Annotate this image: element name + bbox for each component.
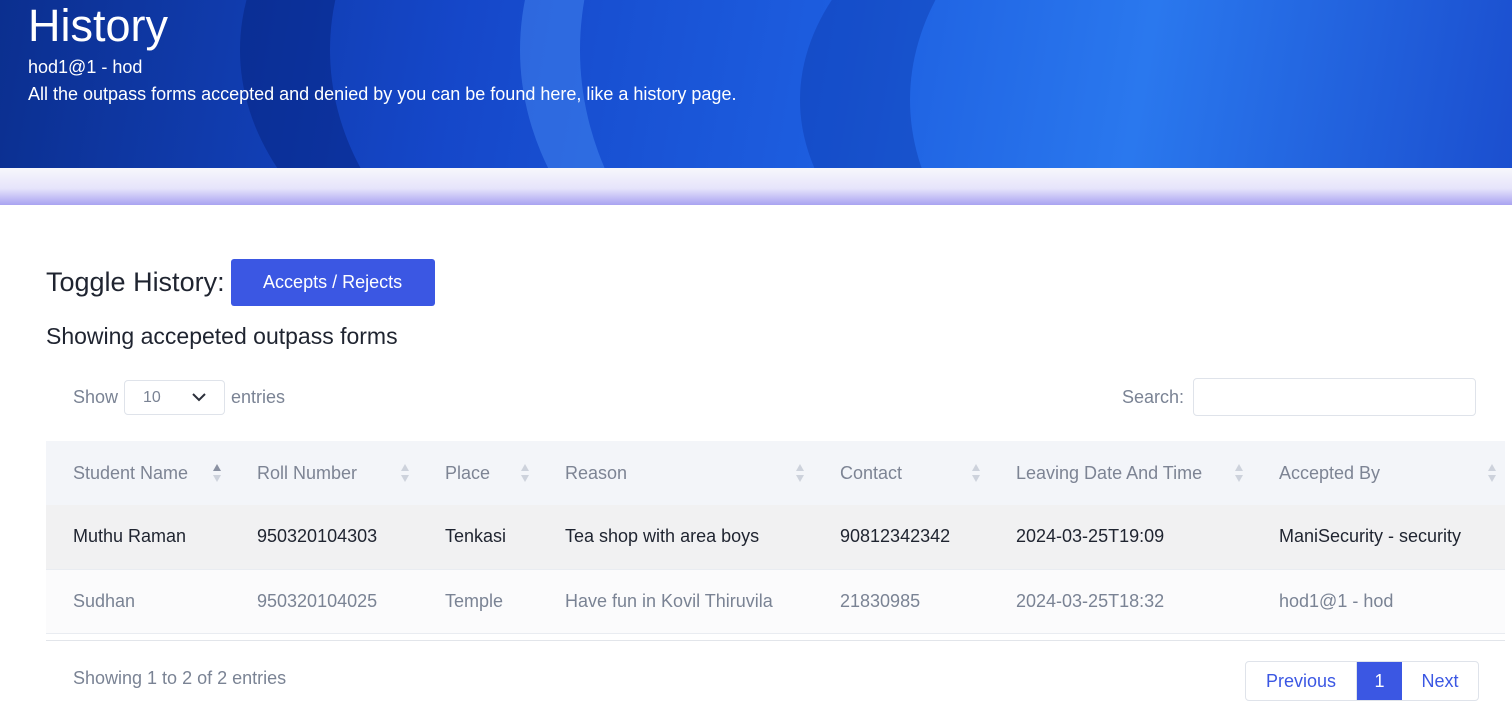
previous-page-button[interactable]: Previous: [1246, 662, 1357, 700]
column-header-accepted-by[interactable]: Accepted By: [1252, 441, 1505, 505]
section-title: Showing accepeted outpass forms: [46, 323, 398, 349]
table-footer-divider: [46, 640, 1505, 641]
cell-accepted-by: hod1@1 - hod: [1279, 590, 1394, 611]
cell-student-name: Muthu Raman: [73, 526, 187, 547]
chevron-down-icon: [192, 393, 206, 402]
banner-shadow: [0, 168, 1512, 205]
accepts-rejects-toggle-button[interactable]: Accepts / Rejects: [230, 259, 435, 306]
cell-reason: Have fun in Kovil Thiruvila: [565, 590, 773, 611]
sort-icon: [520, 462, 530, 484]
cell-accepted-by: ManiSecurity - security: [1279, 526, 1462, 547]
sort-icon: [1487, 462, 1497, 484]
column-header-leaving-date[interactable]: Leaving Date And Time: [989, 441, 1252, 505]
cell-place: Temple: [445, 590, 504, 611]
sort-icon: [1234, 462, 1244, 484]
column-header-roll-number[interactable]: Roll Number: [230, 441, 418, 505]
toggle-history-label: Toggle History:: [46, 267, 225, 297]
column-header-contact[interactable]: Contact: [813, 441, 989, 505]
cell-reason: Tea shop with area boys: [565, 526, 760, 547]
table-info: Showing 1 to 2 of 2 entries: [73, 668, 287, 688]
page-description: All the outpass forms accepted and denie…: [28, 84, 737, 104]
sort-icon: [400, 462, 410, 484]
page-1-button[interactable]: 1: [1357, 662, 1402, 700]
entries-length-control: Show 10 entries: [73, 380, 285, 415]
history-table: Student Name Roll Number Place Reason Co…: [46, 441, 1505, 634]
table-header-row: Student Name Roll Number Place Reason Co…: [46, 441, 1505, 505]
cell-contact: 90812342342: [840, 526, 951, 547]
page-title: History: [28, 0, 169, 51]
page-banner: History hod1@1 - hod All the outpass for…: [0, 0, 1512, 168]
entries-select[interactable]: 10: [124, 380, 226, 415]
column-header-student-name[interactable]: Student Name: [46, 441, 230, 505]
search-label: Search:: [1122, 386, 1185, 407]
cell-student-name: Sudhan: [73, 590, 136, 611]
pagination: Previous 1 Next: [1245, 661, 1479, 701]
cell-contact: 21830985: [840, 590, 921, 611]
entries-label: entries: [231, 387, 286, 407]
cell-leaving-date: 2024-03-25T18:32: [1016, 590, 1165, 611]
column-header-reason[interactable]: Reason: [538, 441, 813, 505]
sort-icon: [212, 462, 222, 484]
toggle-history-row: Toggle History: Accepts / Rejects: [46, 259, 435, 306]
current-user: hod1@1 - hod: [28, 57, 143, 77]
sort-icon: [795, 462, 805, 484]
next-page-button[interactable]: Next: [1402, 662, 1478, 700]
column-header-place[interactable]: Place: [418, 441, 538, 505]
cell-roll-number: 950320104025: [257, 590, 378, 611]
search-input[interactable]: [1193, 378, 1477, 416]
table-search: Search:: [1122, 378, 1477, 416]
table-row[interactable]: Muthu Raman 950320104303 Tenkasi Tea sho…: [46, 505, 1505, 569]
show-label: Show: [73, 387, 119, 407]
cell-leaving-date: 2024-03-25T19:09: [1016, 526, 1165, 547]
sort-icon: [971, 462, 981, 484]
banner-decoration: [800, 0, 1512, 168]
entries-select-value: 10: [143, 388, 161, 406]
table-row[interactable]: Sudhan 950320104025 Temple Have fun in K…: [46, 569, 1505, 633]
cell-roll-number: 950320104303: [257, 526, 378, 547]
cell-place: Tenkasi: [445, 526, 507, 547]
